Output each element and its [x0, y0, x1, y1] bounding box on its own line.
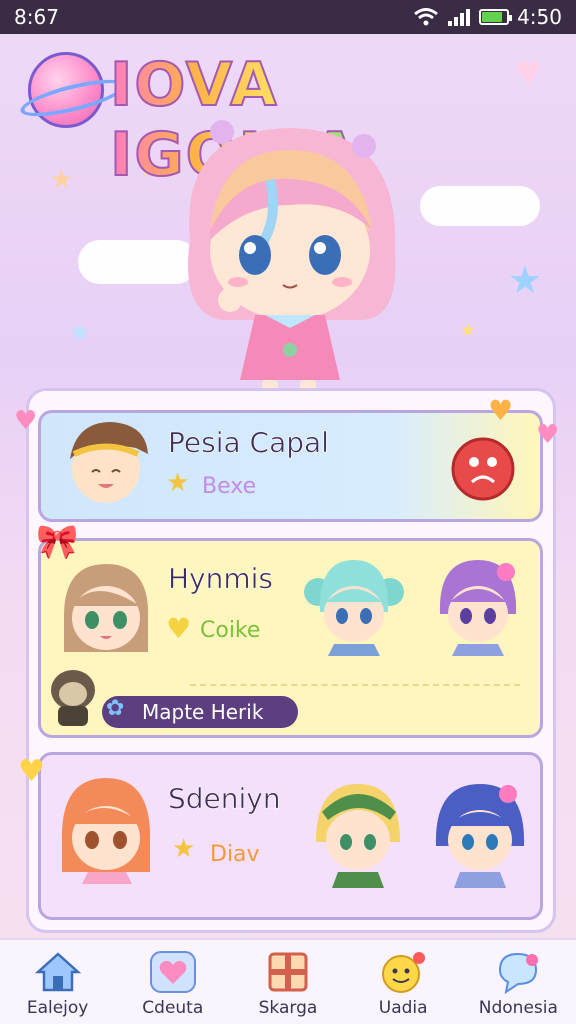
bow-decoration: 🎀 — [36, 522, 79, 562]
character-avatar — [61, 778, 151, 884]
character-avatar — [304, 560, 404, 656]
card-title: Sdeniyn — [168, 782, 281, 816]
robot-icon: ✿ — [106, 696, 125, 721]
status-clock: 4:50 — [517, 5, 562, 29]
nav-label: Ealejoy — [26, 998, 89, 1018]
character-avatar — [316, 784, 400, 888]
card-title: Hynmis — [168, 562, 274, 596]
nav-label: Skarga — [258, 998, 318, 1018]
smiley-chat-icon — [382, 952, 426, 993]
battery-icon — [479, 9, 513, 25]
nav-label: Cdeuta — [142, 998, 204, 1018]
nav-item-messages[interactable]: Ndonesia — [463, 940, 573, 1018]
star-decoration: ★ — [68, 318, 92, 348]
star-decoration: ★ — [460, 320, 477, 341]
nav-label: Ndonesia — [478, 998, 558, 1018]
nav-label: Uadia — [378, 998, 428, 1018]
bottom-nav: Ealejoy Cdeuta Skarga Uadia Ndonesia — [0, 938, 576, 1024]
card-divider — [190, 684, 520, 686]
heart-decoration: ♥ — [488, 394, 514, 427]
nav-item-favorites[interactable]: Cdeuta — [118, 940, 228, 1018]
battery-fill — [482, 12, 503, 22]
character-avatar — [64, 564, 149, 652]
star-icon: ★ — [172, 834, 196, 864]
badge-label[interactable]: Mapte Herik — [102, 696, 298, 728]
signal-icon — [448, 9, 471, 26]
character-avatar — [435, 784, 525, 888]
chat-bubble-icon — [499, 952, 539, 994]
heart-decoration: ♥ — [536, 420, 560, 450]
wifi-icon — [414, 8, 439, 26]
creature-avatar — [51, 670, 95, 726]
nav-item-home[interactable]: Ealejoy — [3, 940, 113, 1018]
card-subtitle: Bexe — [202, 474, 257, 499]
heart-icon: ♥ — [166, 612, 192, 645]
heart-decoration: ♥ — [18, 754, 45, 789]
star-decoration: ★ — [508, 258, 543, 302]
nav-item-gifts[interactable]: Skarga — [233, 940, 343, 1018]
card-subtitle: Coike — [200, 618, 261, 643]
angry-face-icon[interactable] — [450, 436, 516, 502]
star-icon: ★ — [166, 468, 190, 498]
cloud-decoration — [420, 186, 540, 226]
heart-decoration: ♥ — [14, 406, 38, 436]
gift-box-icon — [268, 952, 308, 992]
heart-icon — [149, 951, 196, 993]
character-avatar — [439, 560, 517, 656]
card-subtitle: Diav — [210, 842, 260, 867]
star-decoration: ★ — [50, 165, 74, 195]
home-icon — [34, 952, 81, 992]
logo-planet-icon — [28, 52, 104, 128]
status-time: 8:67 — [14, 5, 59, 29]
hero-character-illustration — [188, 120, 396, 408]
status-bar: 8:67 4:50 — [0, 0, 576, 34]
nav-item-chat[interactable]: Uadia — [348, 940, 458, 1018]
character-avatar — [70, 422, 148, 503]
status-icons: 4:50 — [413, 5, 562, 29]
heart-icon: ♥ — [515, 56, 542, 91]
card-title: Pesia Capal — [168, 426, 330, 460]
